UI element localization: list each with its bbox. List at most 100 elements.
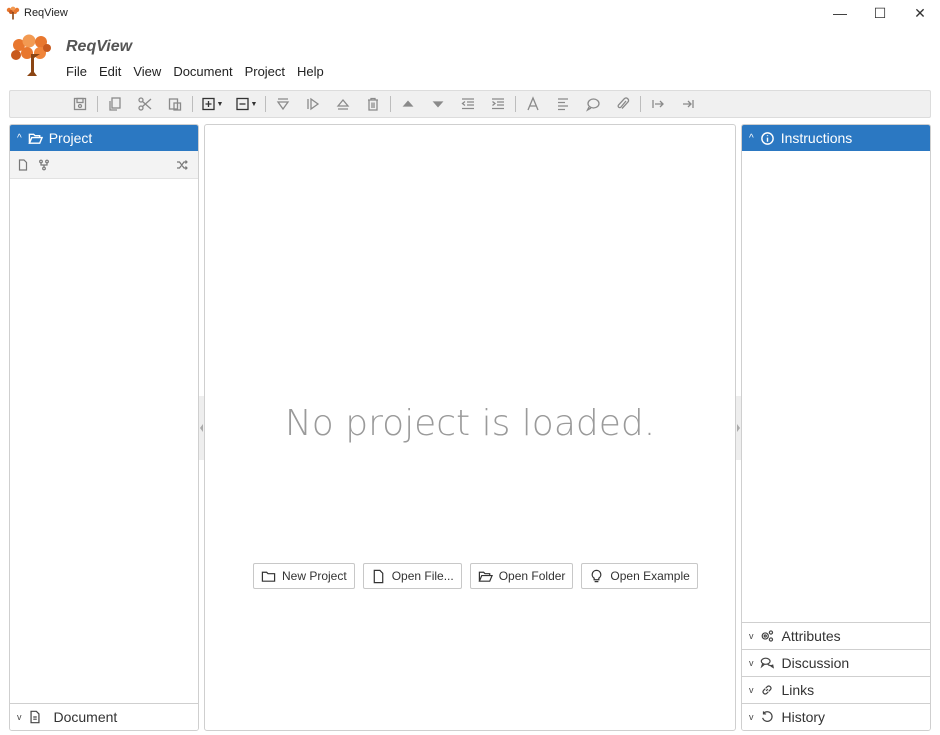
menu-file[interactable]: File [60,63,93,81]
comment-icon [585,98,600,112]
splitter-grip-icon [200,424,203,432]
lightbulb-icon [592,569,602,582]
menu-view[interactable]: View [127,63,167,81]
link-to-button[interactable] [643,92,673,116]
outdent-button[interactable] [453,92,483,116]
document-icon [29,710,40,724]
shuffle-icon [177,160,188,170]
filter-icon [276,98,290,111]
folder-open-icon [28,133,43,144]
start-actions: New Project Open File... Open Folder Ope… [253,563,698,589]
align-left-icon [558,98,568,111]
links-label: Links [781,682,815,698]
open-file-label: Open File... [391,569,454,583]
folder-icon [261,571,276,582]
plus-box-icon [201,97,215,111]
filter-button[interactable] [268,92,298,116]
instructions-panel: ^ Instructions v Attributes v Discussion… [741,124,931,731]
project-panel: ^ Project v Document [9,124,199,731]
links-section[interactable]: v Links [742,676,930,703]
arrow-to-end-icon [683,100,694,108]
document-icon [18,158,28,171]
chevron-down-icon: v [749,658,754,668]
copy-button[interactable] [100,92,130,116]
info-icon [760,131,774,145]
app-logo [11,34,51,76]
open-folder-button[interactable]: Open Folder [469,563,574,589]
text-format-button[interactable] [518,92,548,116]
open-folder-label: Open Folder [498,569,566,583]
play-icon [307,97,320,111]
menu-bar: File Edit View Document Project Help [60,63,330,81]
play-button[interactable] [298,92,328,116]
title-bar: ReqView — ☐ ✕ [0,0,940,26]
minus-box-icon [235,97,249,111]
save-icon [73,97,87,111]
history-section[interactable]: v History [742,703,930,730]
maximize-button[interactable]: ☐ [860,0,900,26]
triangle-down-icon [432,101,444,108]
link-end-button[interactable] [673,92,703,116]
splitter-grip-icon [737,424,740,432]
main-content-panel: No project is loaded. New Project Open F… [204,124,736,731]
chevron-up-icon: ^ [17,132,22,144]
attach-button[interactable] [608,92,638,116]
document-section[interactable]: v Document [10,703,198,730]
eject-icon [336,98,350,110]
shuffle-button[interactable] [173,156,191,174]
gears-icon [761,630,773,642]
attributes-section[interactable]: v Attributes [742,622,930,649]
close-button[interactable]: ✕ [900,0,940,26]
chevron-down-icon: v [749,685,754,695]
remove-button[interactable]: ▼ [229,92,263,116]
paste-button[interactable] [160,92,190,116]
delete-button[interactable] [358,92,388,116]
history-label: History [781,709,826,725]
open-file-button[interactable]: Open File... [362,563,462,589]
new-project-button[interactable]: New Project [253,563,355,589]
eject-button[interactable] [328,92,358,116]
empty-state-message: No project is loaded. [284,403,656,444]
tree-view-button[interactable] [35,156,53,174]
menu-help[interactable]: Help [291,63,330,81]
save-button[interactable] [65,92,95,116]
move-down-button[interactable] [423,92,453,116]
new-project-label: New Project [282,569,347,583]
minimize-button[interactable]: — [820,0,860,26]
app-logo-small-icon [6,6,20,20]
link-icon [761,685,772,695]
toolbar-separator [515,96,516,112]
discussion-section[interactable]: v Discussion [742,649,930,676]
document-section-label: Document [53,709,118,725]
minimize-icon: — [833,5,847,21]
scissors-icon [138,97,152,111]
outdent-icon [461,98,474,110]
triangle-up-icon [402,100,414,107]
menu-project[interactable]: Project [239,63,291,81]
project-subtoolbar [10,151,198,179]
comment-button[interactable] [578,92,608,116]
project-panel-title: Project [48,130,93,146]
project-panel-header[interactable]: ^ Project [10,125,198,151]
cut-button[interactable] [130,92,160,116]
align-button[interactable] [548,92,578,116]
paperclip-icon [617,97,630,109]
toolbar-separator [192,96,193,112]
tree-icon [39,159,49,170]
menu-edit[interactable]: Edit [93,63,127,81]
indent-button[interactable] [483,92,513,116]
move-up-button[interactable] [393,92,423,116]
arrow-right-bar-icon [652,100,664,108]
new-document-button[interactable] [14,156,32,174]
add-button[interactable]: ▼ [195,92,229,116]
chevron-up-icon: ^ [749,132,754,144]
discussion-label: Discussion [781,655,850,671]
open-example-button[interactable]: Open Example [581,563,698,589]
menu-document[interactable]: Document [167,63,238,81]
chevron-down-icon: v [17,712,22,722]
indent-icon [492,98,504,110]
attributes-label: Attributes [781,628,841,644]
instructions-panel-title: Instructions [780,130,853,146]
font-icon [527,96,539,111]
instructions-panel-header[interactable]: ^ Instructions [742,125,930,151]
